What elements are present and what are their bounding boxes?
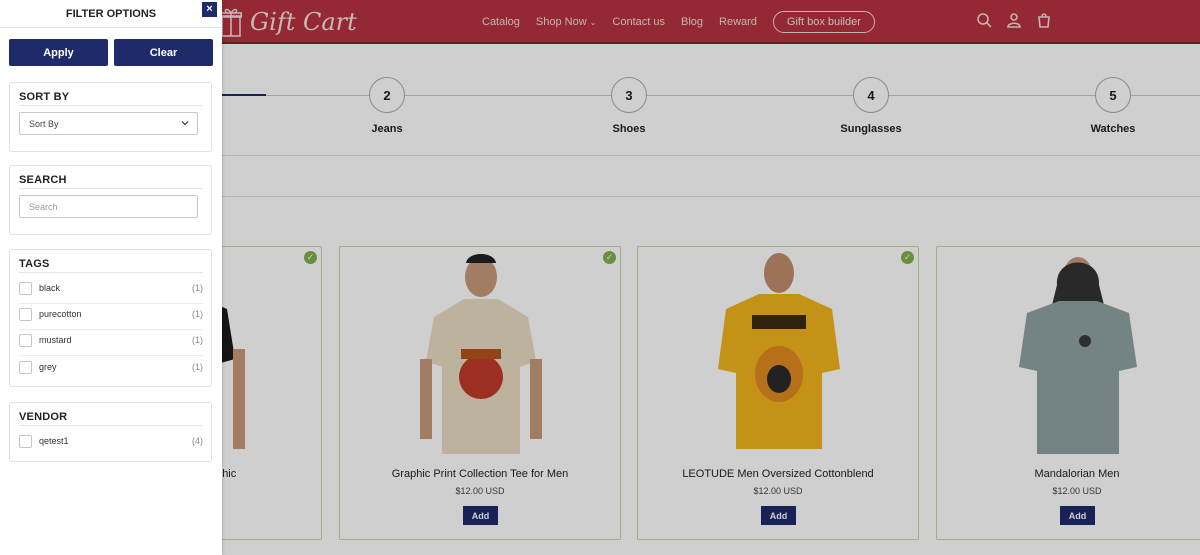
- filter-panel: FILTER OPTIONS × Apply Clear SORT BY Sor…: [0, 0, 222, 555]
- panel-title: FILTER OPTIONS: [65, 8, 157, 20]
- checkbox[interactable]: [19, 435, 32, 448]
- option-count: (1): [192, 362, 203, 372]
- divider: [19, 188, 203, 189]
- divider: [19, 425, 203, 426]
- select-value: Sort By: [29, 118, 59, 129]
- vendor-option-qetest1[interactable]: qetest1 (4): [19, 430, 203, 456]
- option-count: (1): [192, 309, 203, 319]
- apply-button[interactable]: Apply: [9, 39, 108, 66]
- chevron-down-icon: [181, 121, 189, 126]
- section-title: VENDOR: [19, 411, 68, 423]
- option-label: mustard: [39, 335, 72, 345]
- section-title: SORT BY: [19, 91, 70, 103]
- divider: [19, 272, 203, 273]
- checkbox[interactable]: [19, 334, 32, 347]
- tags-section: TAGS black (1) purecotton (1) mustard (1…: [9, 249, 212, 387]
- option-count: (1): [192, 335, 203, 345]
- option-label: qetest1: [39, 436, 69, 446]
- close-icon[interactable]: ×: [202, 2, 217, 17]
- section-title: SEARCH: [19, 174, 67, 186]
- option-count: (4): [192, 436, 203, 446]
- tag-option-grey[interactable]: grey (1): [19, 356, 203, 382]
- vendor-section: VENDOR qetest1 (4): [9, 402, 212, 462]
- checkbox[interactable]: [19, 361, 32, 374]
- checkbox[interactable]: [19, 282, 32, 295]
- tag-option-black[interactable]: black (1): [19, 277, 203, 304]
- tag-option-purecotton[interactable]: purecotton (1): [19, 303, 203, 330]
- section-title: TAGS: [19, 258, 50, 270]
- divider: [19, 105, 203, 106]
- clear-button[interactable]: Clear: [114, 39, 213, 66]
- option-label: black: [39, 283, 61, 293]
- option-label: purecotton: [39, 309, 82, 319]
- divider: [0, 27, 222, 28]
- checkbox[interactable]: [19, 308, 32, 321]
- sort-by-section: SORT BY Sort By: [9, 82, 212, 152]
- sort-by-select[interactable]: Sort By: [19, 112, 198, 135]
- search-section: SEARCH Search: [9, 165, 212, 235]
- search-input[interactable]: Search: [19, 195, 198, 218]
- option-count: (1): [192, 283, 203, 293]
- tag-option-mustard[interactable]: mustard (1): [19, 329, 203, 356]
- option-label: grey: [39, 362, 57, 372]
